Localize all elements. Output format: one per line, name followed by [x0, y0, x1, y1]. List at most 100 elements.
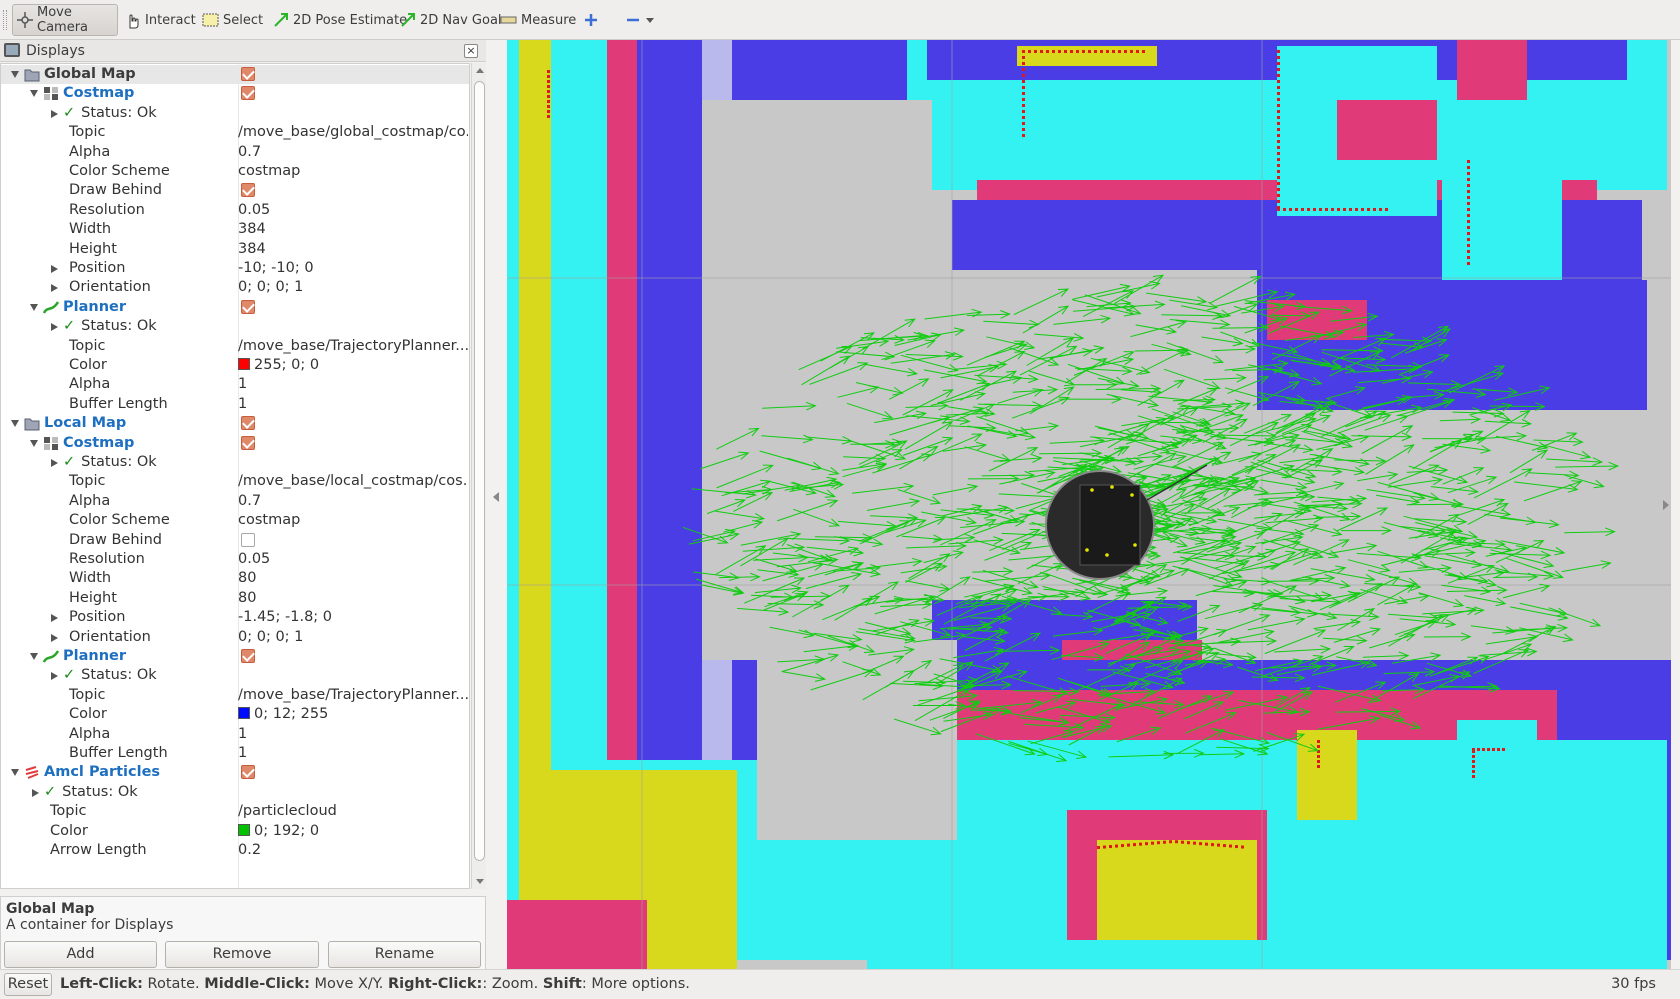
remove-tool-button[interactable] — [620, 4, 663, 36]
close-icon[interactable]: × — [464, 44, 478, 58]
property-value[interactable]: 0.7 — [238, 143, 261, 162]
expand-arrow-icon[interactable] — [30, 90, 38, 98]
display-item[interactable]: Amcl Particles — [1, 763, 469, 782]
property-row[interactable]: Alpha 0.7 — [1, 492, 469, 511]
rename-button[interactable]: Rename — [328, 941, 481, 968]
interact-button[interactable]: Interact — [120, 4, 200, 36]
property-row[interactable]: Width 80 — [1, 569, 469, 588]
select-button[interactable]: Select — [198, 4, 267, 36]
property-value[interactable]: 1 — [238, 395, 247, 414]
collapse-left-icon[interactable] — [493, 492, 499, 502]
property-row[interactable]: Color 0; 12; 255 — [1, 705, 469, 724]
property-row[interactable]: Alpha 1 — [1, 375, 469, 394]
collapse-arrow-icon[interactable] — [51, 672, 58, 681]
property-value[interactable]: 1 — [238, 744, 247, 763]
property-row[interactable]: Alpha 1 — [1, 725, 469, 744]
display-item[interactable]: Costmap — [1, 434, 469, 453]
display-item[interactable]: Local Map — [1, 414, 469, 433]
property-row[interactable]: Topic/particlecloud — [1, 802, 469, 821]
enable-checkbox[interactable] — [241, 299, 255, 314]
property-value[interactable]: 255; 0; 0 — [238, 356, 319, 375]
enable-checkbox[interactable] — [241, 765, 255, 780]
property-value[interactable]: 0; 12; 255 — [238, 705, 328, 724]
panel-splitter[interactable] — [486, 40, 507, 969]
property-value[interactable]: /move_base/local_costmap/cos... — [238, 472, 468, 491]
property-row[interactable]: Draw Behind — [1, 531, 469, 550]
property-value[interactable]: 0; 192; 0 — [238, 822, 319, 841]
expand-arrow-icon[interactable] — [11, 769, 19, 777]
displays-scrollbar[interactable] — [471, 63, 486, 889]
property-row[interactable]: Topic/move_base/local_costmap/cos... — [1, 472, 469, 491]
collapse-arrow-icon[interactable] — [51, 614, 58, 623]
property-row[interactable]: Resolution 0.05 — [1, 550, 469, 569]
expand-arrow-icon[interactable] — [11, 71, 19, 78]
display-item[interactable]: Planner — [1, 647, 469, 666]
property-row[interactable]: Color 0; 192; 0 — [1, 822, 469, 841]
measure-button[interactable]: Measure — [496, 4, 580, 36]
property-value[interactable]: 0; 0; 0; 1 — [238, 628, 303, 647]
property-value[interactable]: costmap — [238, 511, 300, 530]
property-value[interactable]: 0; 0; 0; 1 — [238, 278, 303, 297]
property-value[interactable]: -10; -10; 0 — [238, 259, 314, 278]
expand-arrow-icon[interactable] — [30, 653, 38, 660]
expand-arrow-icon[interactable] — [30, 303, 38, 311]
display-item[interactable]: Global Map — [1, 65, 469, 84]
property-row[interactable]: Alpha 0.7 — [1, 143, 469, 162]
property-value[interactable]: 80 — [238, 589, 256, 608]
enable-checkbox[interactable] — [241, 649, 255, 663]
enable-checkbox[interactable] — [241, 67, 255, 81]
property-row[interactable]: Arrow Length 0.2 — [1, 841, 469, 860]
property-value[interactable]: 0.2 — [238, 841, 261, 860]
status-item[interactable]: ✓ Status: Ok — [1, 666, 469, 685]
move-camera-button[interactable]: Move Camera — [12, 4, 118, 36]
collapse-arrow-icon[interactable] — [51, 284, 58, 293]
scroll-up-icon[interactable] — [476, 68, 484, 73]
pose-estimate-button[interactable]: 2D Pose Estimate — [268, 4, 411, 36]
displays-tree[interactable]: Global Map Costmap ✓ Status: Ok Topic/move_b… — [0, 63, 470, 889]
status-item[interactable]: ✓ Status: Ok — [1, 317, 469, 336]
toolbar-grip[interactable] — [3, 10, 7, 30]
property-row[interactable]: Orientation 0; 0; 0; 1 — [1, 628, 469, 647]
enable-checkbox[interactable] — [241, 532, 255, 547]
property-value[interactable]: /particlecloud — [238, 802, 337, 821]
property-row[interactable]: Position -10; -10; 0 — [1, 259, 469, 278]
property-row[interactable]: Width 384 — [1, 220, 469, 239]
property-row[interactable]: Color Scheme costmap — [1, 162, 469, 181]
add-tool-button[interactable] — [578, 4, 607, 36]
3d-viewport[interactable] — [507, 40, 1671, 969]
property-value[interactable]: 80 — [238, 569, 256, 588]
property-row[interactable]: Buffer Length 1 — [1, 395, 469, 414]
property-value[interactable]: /move_base/global_costmap/co... — [238, 123, 468, 142]
scroll-down-icon[interactable] — [476, 879, 484, 884]
property-value[interactable]: /move_base/TrajectoryPlanner... — [238, 686, 468, 705]
property-value[interactable]: 1 — [238, 725, 247, 744]
display-item[interactable]: Costmap — [1, 84, 469, 103]
enable-checkbox[interactable] — [241, 183, 255, 198]
property-row[interactable]: Color Scheme costmap — [1, 511, 469, 530]
property-value[interactable]: 0.05 — [238, 550, 270, 569]
collapse-arrow-icon[interactable] — [51, 633, 58, 642]
property-value[interactable]: -1.45; -1.8; 0 — [238, 608, 332, 627]
property-row[interactable]: Color 255; 0; 0 — [1, 356, 469, 375]
property-row[interactable]: Height 80 — [1, 589, 469, 608]
property-row[interactable]: Orientation 0; 0; 0; 1 — [1, 278, 469, 297]
status-item[interactable]: ✓ Status: Ok — [1, 783, 469, 802]
property-value[interactable]: /move_base/TrajectoryPlanner... — [238, 337, 468, 356]
nav-goal-button[interactable]: 2D Nav Goal — [395, 4, 506, 36]
add-button[interactable]: Add — [4, 941, 157, 968]
scroll-thumb[interactable] — [474, 81, 485, 861]
enable-checkbox[interactable] — [241, 86, 255, 101]
collapse-arrow-icon[interactable] — [51, 265, 58, 273]
property-row[interactable]: Buffer Length 1 — [1, 744, 469, 763]
collapse-arrow-icon[interactable] — [32, 788, 39, 797]
remove-button[interactable]: Remove — [165, 941, 319, 968]
status-item[interactable]: ✓ Status: Ok — [1, 453, 469, 472]
property-row[interactable]: Topic/move_base/TrajectoryPlanner... — [1, 337, 469, 356]
property-value[interactable]: 0.7 — [238, 492, 261, 511]
enable-checkbox[interactable] — [241, 416, 255, 431]
property-row[interactable]: Topic/move_base/TrajectoryPlanner... — [1, 686, 469, 705]
collapse-arrow-icon[interactable] — [51, 459, 58, 467]
property-value[interactable]: 384 — [238, 240, 266, 259]
property-row[interactable]: Position -1.45; -1.8; 0 — [1, 608, 469, 627]
property-value[interactable]: 384 — [238, 220, 266, 239]
